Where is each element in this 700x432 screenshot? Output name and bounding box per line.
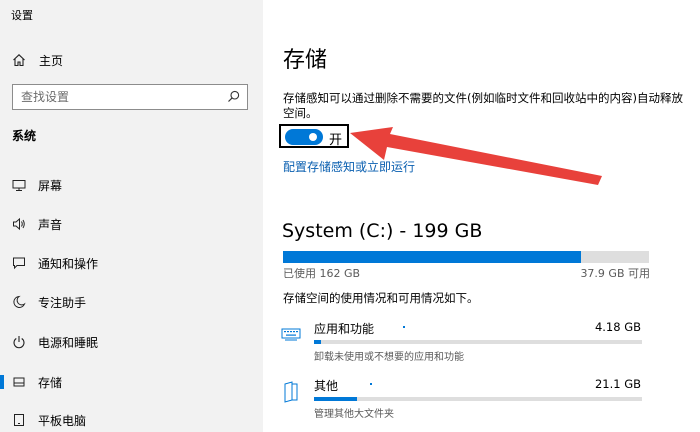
- category-name[interactable]: 其他: [314, 377, 338, 394]
- search-input[interactable]: [13, 85, 221, 109]
- sidebar-item-label: 屏幕: [38, 178, 63, 193]
- sidebar-item-label: 声音: [38, 217, 63, 232]
- monitor-icon: [12, 180, 26, 191]
- section-title: 系统: [12, 129, 37, 143]
- home-icon: [13, 54, 25, 67]
- moon-icon: [13, 295, 26, 308]
- sidebar-item-label: 平板电脑: [38, 413, 87, 428]
- category-usage-bar: [314, 340, 642, 344]
- keyboard-icon: [281, 328, 301, 341]
- drive-title: System (C:) - 199 GB: [282, 220, 483, 242]
- main-panel: 存储 存储感知可以通过删除不需要的文件(例如临时文件和回收站中的内容)自动释放空…: [263, 0, 700, 432]
- storage-sense-description: 存储感知可以通过删除不需要的文件(例如临时文件和回收站中的内容)自动释放空间。: [283, 91, 683, 120]
- tablet-icon: [14, 414, 24, 426]
- configure-storage-sense-link[interactable]: 配置存储感知或立即运行: [283, 158, 415, 175]
- sidebar-item-notifications[interactable]: 通知和操作: [0, 252, 263, 274]
- sidebar: 设置 主页 系统 屏幕 声音 通知和操作: [0, 0, 263, 432]
- app-title: 设置: [11, 9, 33, 22]
- sidebar-item-label: 专注助手: [38, 295, 87, 310]
- category-usage-bar: [314, 397, 642, 401]
- drive-usage-bar[interactable]: [283, 251, 649, 263]
- sidebar-item-sound[interactable]: 声音: [0, 213, 263, 235]
- sidebar-item-focus-assist[interactable]: 专注助手: [0, 291, 263, 313]
- category-subtitle: 管理其他大文件夹: [314, 409, 394, 420]
- category-usage-fill: [314, 340, 321, 344]
- category-size: 21.1 GB: [594, 377, 641, 391]
- category-subtitle: 卸载未使用或不想要的应用和功能: [314, 352, 464, 363]
- progress-dot: [370, 383, 372, 385]
- drive-used-label: 已使用 162 GB: [283, 267, 361, 280]
- sidebar-item-power-sleep[interactable]: 电源和睡眠: [0, 331, 263, 353]
- toggle-state-label: 开: [329, 133, 343, 148]
- toggle-switch[interactable]: [285, 129, 323, 145]
- category-usage-fill: [314, 397, 357, 401]
- message-icon: [13, 257, 25, 270]
- sidebar-item-label: 通知和操作: [38, 256, 99, 271]
- sidebar-item-tablet[interactable]: 平板电脑: [0, 409, 263, 431]
- toggle-knob: [309, 133, 317, 141]
- page-title: 存储: [283, 48, 328, 73]
- speaker-icon: [13, 217, 25, 231]
- search-box[interactable]: [12, 84, 248, 110]
- category-name[interactable]: 应用和功能: [314, 320, 374, 337]
- power-icon: [13, 336, 25, 349]
- sidebar-home[interactable]: 主页: [12, 51, 63, 69]
- drive-free-label: 37.9 GB 可用: [580, 267, 650, 280]
- usage-description: 存储空间的使用情况和可用情况如下。: [283, 291, 479, 305]
- search-icon[interactable]: [227, 90, 240, 103]
- folder-icon: [284, 381, 298, 403]
- progress-dot: [403, 326, 405, 328]
- sidebar-item-storage[interactable]: 存储: [0, 371, 263, 393]
- sidebar-item-label: 电源和睡眠: [38, 335, 99, 350]
- drive-usage-fill: [283, 251, 581, 263]
- storage-sense-toggle[interactable]: 开: [279, 124, 349, 148]
- sidebar-item-label: 存储: [38, 375, 63, 390]
- sidebar-item-display[interactable]: 屏幕: [0, 174, 263, 196]
- sidebar-home-label: 主页: [39, 53, 64, 68]
- category-size: 4.18 GB: [594, 320, 641, 334]
- storage-icon: [13, 377, 25, 387]
